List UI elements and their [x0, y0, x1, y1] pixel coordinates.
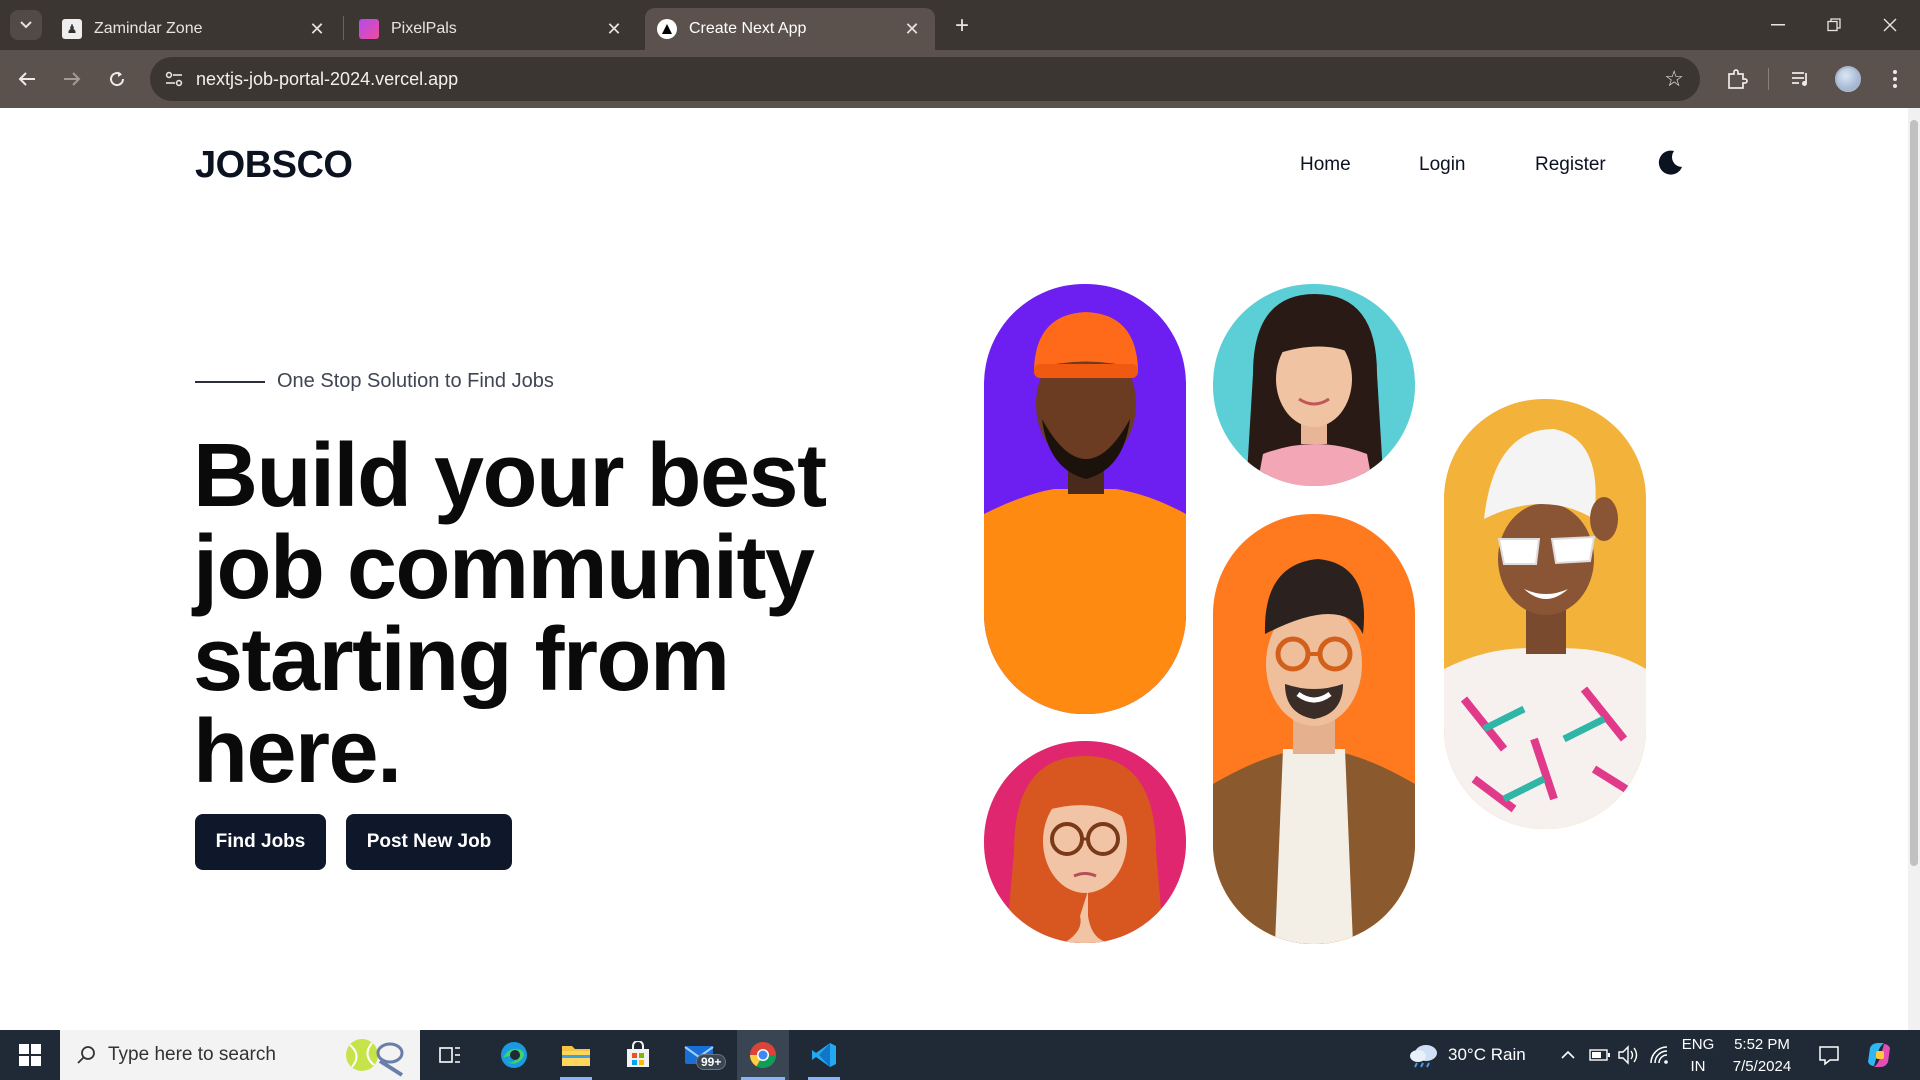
zamindar-favicon-icon: ♟: [62, 19, 82, 39]
chrome-icon: [749, 1042, 777, 1069]
input-language-indicator[interactable]: ENG IN: [1680, 1034, 1716, 1078]
lang-top: ENG: [1681, 1036, 1715, 1053]
reload-icon: [110, 71, 125, 87]
system-clock[interactable]: 5:52 PM 7/5/2024: [1716, 1034, 1808, 1078]
vscode-app[interactable]: [798, 1030, 850, 1080]
tab-title: Create Next App: [689, 20, 807, 37]
chevron-down-icon: [20, 21, 32, 29]
windows-logo-icon: [19, 1044, 41, 1066]
bookmark-star-icon[interactable]: ☆: [1664, 67, 1684, 91]
restore-window-button[interactable]: [1806, 0, 1862, 50]
media-control-button[interactable]: [1786, 64, 1816, 94]
close-tab-icon[interactable]: ✕: [306, 18, 328, 40]
tab-separator: [343, 16, 344, 40]
edge-icon: [501, 1042, 527, 1068]
site-info-icon[interactable]: [162, 67, 186, 91]
folder-icon: [562, 1046, 590, 1066]
address-bar[interactable]: nextjs-job-portal-2024.vercel.app ☆: [150, 57, 1700, 101]
restore-icon: [1827, 18, 1841, 32]
mail-app[interactable]: 99+: [674, 1030, 727, 1080]
weather-text[interactable]: 30°C Rain: [1448, 1030, 1526, 1080]
close-tab-icon[interactable]: ✕: [901, 18, 923, 40]
pixelpals-favicon-icon: [359, 19, 379, 39]
photo-woman-dark-hair: [1213, 284, 1415, 486]
store-icon: [627, 1041, 649, 1067]
close-tab-icon[interactable]: ✕: [603, 18, 625, 40]
windows-taskbar: Type here to search 99+ 30°C Rain ENG IN…: [0, 1030, 1920, 1080]
minimize-icon: [1771, 24, 1785, 26]
clock-date: 7/5/2024: [1732, 1058, 1792, 1075]
arrow-left-icon: [18, 72, 35, 86]
find-jobs-button[interactable]: Find Jobs: [195, 814, 326, 870]
site-logo[interactable]: JOBSCO: [195, 144, 353, 187]
moon-icon: [1658, 150, 1682, 175]
post-new-job-button[interactable]: Post New Job: [346, 814, 512, 870]
page-scrollbar[interactable]: [1908, 108, 1920, 1030]
taskbar-search-box[interactable]: Type here to search: [60, 1030, 420, 1080]
tab-pixelpals[interactable]: PixelPals ✕: [347, 8, 637, 50]
hero-headline: Build your best job community starting f…: [193, 426, 827, 802]
photo-woman-red-hair-glasses: [984, 741, 1186, 943]
clock-time: 5:52 PM: [1734, 1036, 1790, 1053]
vscode-icon: [812, 1043, 836, 1067]
wifi-icon[interactable]: [1648, 1044, 1670, 1066]
search-placeholder[interactable]: Type here to search: [108, 1044, 276, 1066]
copilot-icon[interactable]: [1864, 1040, 1894, 1070]
page-viewport: JOBSCO Home Login Register One Stop Solu…: [0, 108, 1920, 1030]
mail-badge: 99+: [696, 1054, 727, 1070]
browser-toolbar: nextjs-job-portal-2024.vercel.app ☆: [0, 50, 1920, 108]
task-view-button[interactable]: [424, 1030, 476, 1080]
kicker-line: [195, 380, 265, 383]
theme-toggle-button[interactable]: [1655, 148, 1685, 178]
browser-menu-button[interactable]: [1880, 64, 1910, 94]
tab-title: Zamindar Zone: [94, 20, 203, 37]
edge-app[interactable]: [488, 1030, 540, 1080]
file-explorer-app[interactable]: [550, 1030, 602, 1080]
kicker-text: One Stop Solution to Find Jobs: [277, 370, 554, 392]
nav-register-link[interactable]: Register: [1535, 154, 1606, 176]
tab-search-button[interactable]: [10, 10, 42, 40]
lang-bottom: IN: [1690, 1058, 1706, 1075]
close-icon: [1883, 18, 1897, 32]
notifications-icon[interactable]: [1818, 1044, 1840, 1066]
forward-button[interactable]: [57, 64, 87, 94]
photo-man-glasses-turtleneck: [1213, 514, 1415, 944]
chrome-app[interactable]: [737, 1030, 789, 1080]
extensions-button[interactable]: [1722, 64, 1752, 94]
puzzle-icon: [1728, 69, 1748, 89]
back-button[interactable]: [12, 64, 42, 94]
task-view-icon: [439, 1047, 460, 1063]
nav-login-link[interactable]: Login: [1419, 154, 1466, 176]
more-vertical-icon: [1893, 70, 1897, 88]
speaker-icon[interactable]: [1617, 1045, 1639, 1065]
new-tab-button[interactable]: +: [948, 12, 976, 40]
close-window-button[interactable]: [1862, 0, 1918, 50]
minimize-window-button[interactable]: [1750, 0, 1806, 50]
tab-create-next-app[interactable]: Create Next App ✕: [645, 8, 935, 50]
weather-rain-icon[interactable]: [1408, 1042, 1440, 1068]
tennis-highlight-icon[interactable]: [340, 1033, 410, 1077]
microsoft-store-app[interactable]: [612, 1030, 664, 1080]
browser-tab-strip: ♟ Zamindar Zone ✕ PixelPals ✕ Create Nex…: [0, 0, 1920, 50]
toolbar-divider: [1768, 68, 1769, 90]
arrow-right-icon: [64, 72, 81, 86]
tab-zamindar-zone[interactable]: ♟ Zamindar Zone ✕: [50, 8, 340, 50]
reload-button[interactable]: [102, 64, 132, 94]
start-button[interactable]: [0, 1030, 60, 1080]
battery-icon[interactable]: [1589, 1048, 1611, 1062]
nextjs-favicon-icon: [657, 19, 677, 39]
profile-avatar[interactable]: [1835, 66, 1861, 92]
photo-man-orange-beanie: [984, 284, 1186, 714]
scrollbar-thumb[interactable]: [1910, 120, 1918, 866]
photo-woman-white-sunglasses: [1444, 399, 1646, 829]
url-text[interactable]: nextjs-job-portal-2024.vercel.app: [196, 69, 458, 90]
search-icon: [77, 1046, 95, 1064]
tab-title: PixelPals: [391, 20, 457, 37]
hero-kicker: One Stop Solution to Find Jobs: [195, 370, 554, 393]
nav-home-link[interactable]: Home: [1300, 154, 1351, 176]
chevron-up-icon[interactable]: [1560, 1050, 1576, 1060]
media-queue-icon: [1792, 72, 1807, 86]
